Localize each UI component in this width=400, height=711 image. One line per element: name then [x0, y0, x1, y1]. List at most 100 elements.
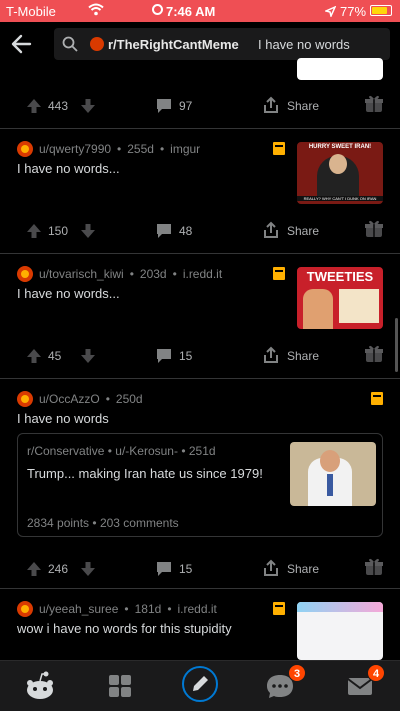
crosspost-points: 2834 points — [27, 516, 90, 530]
post-score: 443 — [48, 99, 69, 113]
post-title[interactable]: I have no words — [17, 411, 109, 426]
thumbnail-headline: TWEETIES — [306, 269, 374, 284]
tab-home[interactable] — [22, 669, 58, 703]
search-icon — [62, 36, 78, 57]
share-icon[interactable] — [262, 346, 280, 367]
award-icon[interactable] — [364, 344, 384, 367]
post-meta: u/OccAzzO • 250d — [17, 391, 143, 407]
thumbnail-figure — [303, 289, 333, 329]
upvote-icon[interactable] — [26, 98, 42, 117]
bottom-tab-bar: 3 4 — [0, 660, 400, 711]
flag-icon — [273, 142, 285, 155]
subreddit-icon — [90, 37, 104, 51]
alarm-icon — [152, 4, 163, 15]
comment-count: 97 — [179, 99, 193, 113]
post-title[interactable]: wow i have no words for this stupidity — [17, 621, 232, 636]
thumbnail-face — [329, 154, 347, 174]
pencil-icon — [182, 666, 218, 702]
wifi-icon — [88, 3, 104, 19]
downvote-icon[interactable] — [80, 223, 96, 242]
post-title[interactable]: I have no words... — [17, 161, 120, 176]
post-thumbnail[interactable]: HURRY SWEET IRAN! REALLY? WHY CAN'T I DU… — [297, 142, 383, 204]
comment-icon[interactable] — [155, 348, 173, 367]
post-author[interactable]: u/tovarisch_kiwi — [39, 267, 124, 281]
post-card[interactable]: u/yeeah_suree • 181d • i.redd.it wow i h… — [0, 589, 400, 660]
post-thumbnail[interactable]: TWEETIES — [297, 267, 383, 329]
grid-icon — [109, 675, 131, 697]
post-thumbnail[interactable] — [297, 58, 383, 80]
post-thumbnail[interactable] — [297, 602, 383, 660]
share-button[interactable]: Share — [287, 99, 319, 113]
award-icon[interactable] — [364, 219, 384, 242]
post-action-bar: 150 48 Share — [0, 217, 400, 245]
back-button[interactable] — [8, 30, 36, 58]
reddit-home-icon — [27, 671, 53, 699]
crosspost-comments: 203 comments — [99, 516, 179, 530]
user-avatar-icon — [17, 601, 33, 617]
post-age: 250d — [115, 392, 143, 406]
crosspost-meta: r/Conservative • u/-Kerosun- • 251d — [27, 444, 216, 458]
downvote-icon[interactable] — [80, 98, 96, 117]
upvote-icon[interactable] — [26, 223, 42, 242]
crosspost-card[interactable]: r/Conservative • u/-Kerosun- • 251d Trum… — [17, 433, 383, 537]
downvote-icon[interactable] — [80, 561, 96, 580]
post-meta: u/qwerty7990 • 255d • imgur — [17, 141, 200, 157]
share-button[interactable]: Share — [287, 562, 319, 576]
comment-icon[interactable] — [155, 561, 173, 580]
post-card[interactable]: u/tovarisch_kiwi • 203d • i.redd.it I ha… — [0, 254, 400, 379]
award-icon[interactable] — [364, 557, 384, 580]
share-icon[interactable] — [262, 221, 280, 242]
post-age: 181d — [134, 602, 162, 616]
subreddit-chip[interactable]: r/TheRightCantMeme — [90, 33, 239, 55]
post-score: 45 — [48, 349, 62, 363]
carrier-label: T-Mobile — [6, 4, 56, 19]
tab-communities[interactable] — [102, 669, 138, 703]
downvote-icon[interactable] — [80, 348, 96, 367]
post-age: 203d — [139, 267, 167, 281]
share-button[interactable]: Share — [287, 224, 319, 238]
scrollbar[interactable] — [395, 318, 398, 372]
post-meta: u/yeeah_suree • 181d • i.redd.it — [17, 601, 217, 617]
post-author[interactable]: u/OccAzzO — [39, 392, 100, 406]
post-action-bar: 45 15 Share — [0, 342, 400, 370]
subreddit-name: r/TheRightCantMeme — [108, 36, 239, 52]
crosspost-subreddit[interactable]: r/Conservative — [27, 444, 104, 458]
comment-count: 15 — [179, 349, 193, 363]
post-card[interactable]: 443 97 Share — [0, 58, 400, 129]
inbox-badge: 4 — [367, 664, 385, 682]
tab-create-post[interactable] — [181, 665, 219, 703]
thumbnail-banner — [297, 602, 383, 612]
clock-time: 7:46 AM — [166, 4, 216, 19]
upvote-icon[interactable] — [26, 348, 42, 367]
search-query: I have no words — [258, 37, 350, 52]
post-score: 246 — [48, 562, 69, 576]
thumbnail-face — [320, 450, 340, 472]
share-icon[interactable] — [262, 559, 280, 580]
post-domain[interactable]: imgur — [170, 142, 200, 156]
crosspost-thumbnail[interactable] — [290, 442, 376, 506]
crosspost-author[interactable]: u/-Kerosun- — [115, 444, 178, 458]
share-button[interactable]: Share — [287, 349, 319, 363]
flag-icon — [371, 392, 383, 405]
location-icon — [323, 5, 337, 20]
post-score: 150 — [48, 224, 69, 238]
post-domain[interactable]: i.redd.it — [178, 602, 217, 616]
battery-icon — [370, 5, 392, 16]
upvote-icon[interactable] — [26, 561, 42, 580]
comment-count: 15 — [179, 562, 193, 576]
user-avatar-icon — [17, 391, 33, 407]
post-title[interactable]: I have no words... — [17, 286, 120, 301]
post-author[interactable]: u/yeeah_suree — [39, 602, 118, 616]
search-input[interactable]: r/TheRightCantMeme I have no words — [54, 28, 390, 60]
share-icon[interactable] — [262, 96, 280, 117]
comment-icon[interactable] — [155, 223, 173, 242]
award-icon[interactable] — [364, 94, 384, 117]
post-card[interactable]: u/qwerty7990 • 255d • imgur I have no wo… — [0, 129, 400, 254]
chat-badge: 3 — [288, 664, 306, 682]
post-domain[interactable]: i.redd.it — [183, 267, 222, 281]
post-action-bar: 246 15 Share — [0, 555, 400, 583]
post-author[interactable]: u/qwerty7990 — [39, 142, 111, 156]
post-card[interactable]: u/OccAzzO • 250d I have no words r/Conse… — [0, 379, 400, 589]
comment-icon[interactable] — [155, 98, 173, 117]
crosspost-title[interactable]: Trump... making Iran hate us since 1979! — [27, 466, 263, 481]
